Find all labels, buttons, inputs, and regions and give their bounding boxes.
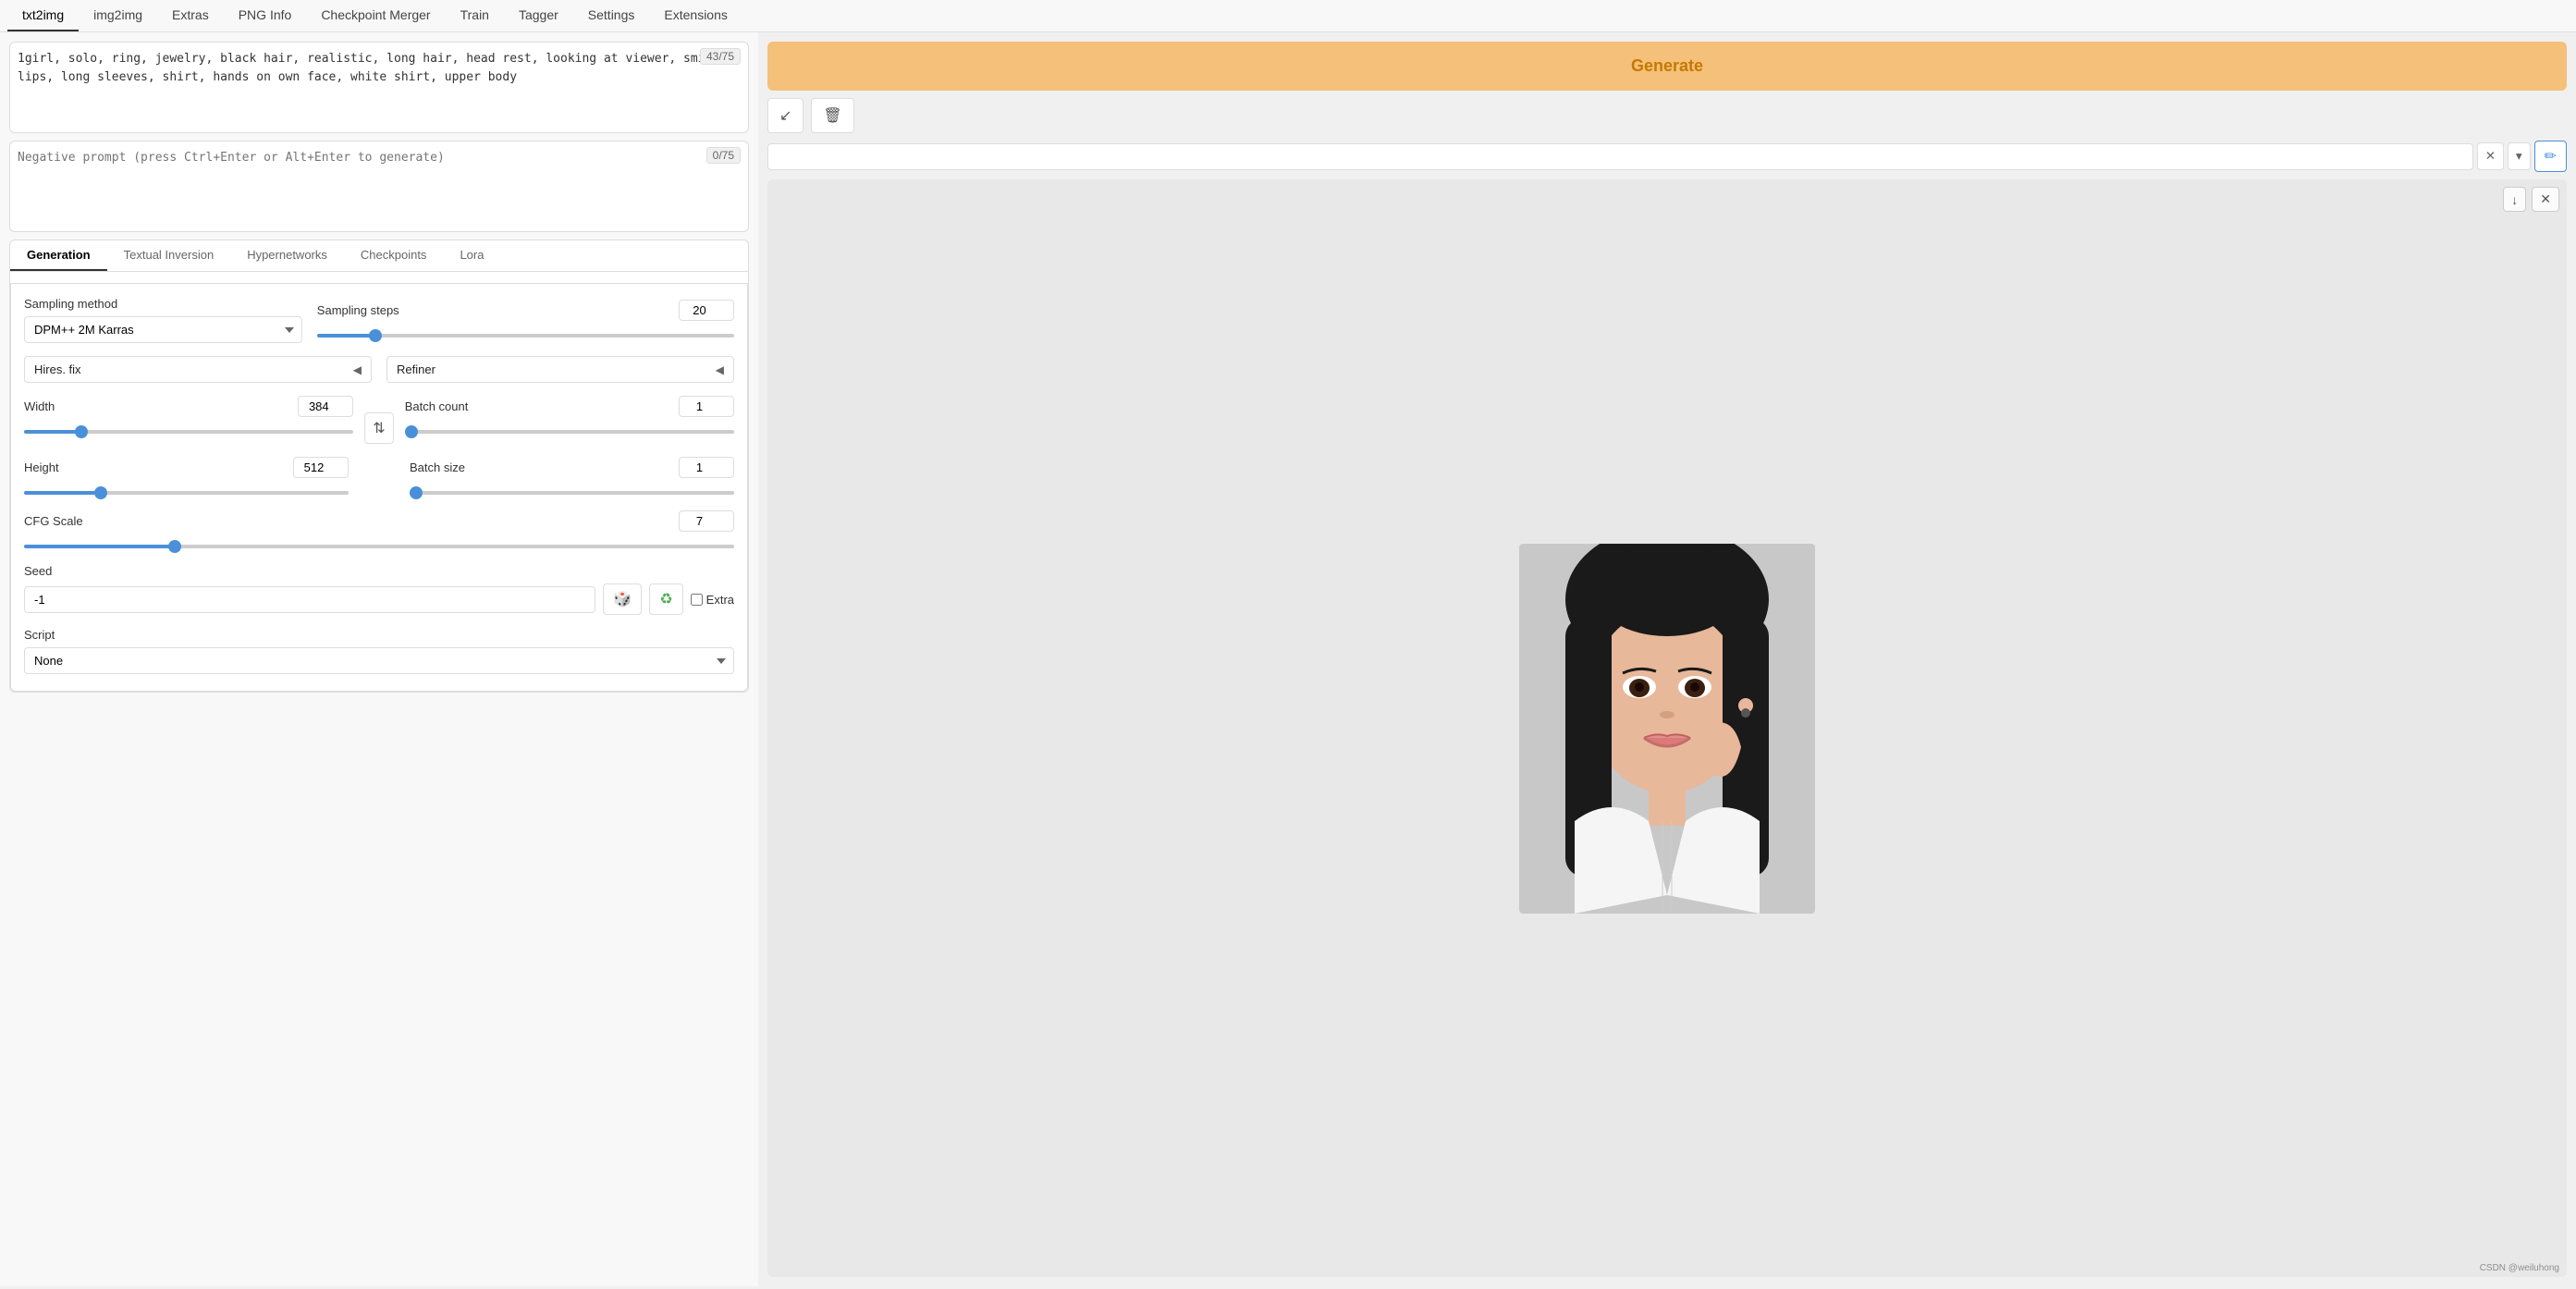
seed-label: Seed bbox=[24, 564, 734, 578]
refiner-toggle[interactable]: Refiner ◀ bbox=[386, 356, 734, 383]
batch-count-col: Batch count bbox=[405, 396, 734, 444]
tab-hypernetworks[interactable]: Hypernetworks bbox=[230, 240, 344, 271]
negative-prompt-box: 0/75 bbox=[9, 141, 749, 232]
hires-fix-toggle[interactable]: Hires. fix ◀ bbox=[24, 356, 372, 383]
cfg-scale-slider[interactable] bbox=[24, 545, 734, 548]
refiner-arrow-icon: ◀ bbox=[716, 363, 724, 376]
nav-tagger[interactable]: Tagger bbox=[504, 0, 573, 31]
refiner-label: Refiner bbox=[397, 362, 435, 376]
batch-count-slider[interactable] bbox=[405, 430, 734, 434]
nav-extensions[interactable]: Extensions bbox=[649, 0, 742, 31]
hires-fix-col: Hires. fix ◀ bbox=[24, 356, 372, 383]
batch-size-label: Batch size bbox=[410, 460, 465, 474]
nav-img2img[interactable]: img2img bbox=[79, 0, 157, 31]
height-col: Height bbox=[24, 457, 349, 497]
delete-button[interactable]: 🗑 bbox=[811, 98, 853, 133]
nav-extras[interactable]: Extras bbox=[157, 0, 224, 31]
nav-checkpoint-merger[interactable]: Checkpoint Merger bbox=[306, 0, 445, 31]
script-section: Script None bbox=[24, 628, 734, 674]
batch-size-input[interactable] bbox=[679, 457, 734, 478]
extra-checkbox-label[interactable]: Extra bbox=[691, 593, 734, 607]
sampling-steps-label: Sampling steps bbox=[317, 303, 399, 317]
positive-prompt-input[interactable] bbox=[18, 50, 741, 122]
generated-image bbox=[1519, 544, 1815, 914]
seed-input[interactable] bbox=[24, 586, 595, 613]
positive-token-count: 43/75 bbox=[700, 48, 741, 65]
batch-size-col: Batch size bbox=[410, 457, 734, 497]
recycle-button[interactable]: ♻ bbox=[649, 583, 682, 615]
batch-count-label: Batch count bbox=[405, 399, 469, 413]
sampling-method-col: Sampling method DPM++ 2M Karras bbox=[24, 297, 302, 343]
image-action-buttons: ↓ ✕ bbox=[2503, 187, 2559, 212]
left-panel: 43/75 0/75 Generation Textual Inversion … bbox=[0, 32, 758, 1286]
close-image-button[interactable]: ✕ bbox=[2532, 187, 2559, 212]
model-dropdown-button[interactable]: ▾ bbox=[2508, 142, 2531, 170]
sampling-method-label: Sampling method bbox=[24, 297, 302, 311]
batch-size-slider[interactable] bbox=[410, 491, 734, 495]
nav-settings[interactable]: Settings bbox=[573, 0, 650, 31]
model-input[interactable] bbox=[767, 143, 2473, 170]
nav-txt2img[interactable]: txt2img bbox=[7, 0, 79, 31]
swap-spacer bbox=[360, 457, 399, 497]
cfg-scale-row: CFG Scale bbox=[24, 510, 734, 551]
tab-lora[interactable]: Lora bbox=[443, 240, 500, 271]
send-to-img2img-button[interactable]: ↙ bbox=[767, 98, 803, 133]
seed-row: 🎲 ♻ Extra bbox=[24, 583, 734, 615]
width-label: Width bbox=[24, 399, 55, 413]
dice-button[interactable]: 🎲 bbox=[603, 583, 642, 615]
extra-checkbox[interactable] bbox=[691, 594, 703, 606]
top-nav: txt2img img2img Extras PNG Info Checkpoi… bbox=[0, 0, 2576, 32]
extra-label: Extra bbox=[706, 593, 734, 607]
hires-fix-label: Hires. fix bbox=[34, 362, 81, 376]
generation-tabs: Generation Textual Inversion Hypernetwor… bbox=[10, 240, 748, 272]
tab-generation[interactable]: Generation bbox=[10, 240, 107, 271]
script-select[interactable]: None bbox=[24, 647, 734, 674]
height-input[interactable] bbox=[293, 457, 349, 478]
negative-token-count: 0/75 bbox=[706, 147, 741, 164]
script-label: Script bbox=[24, 628, 734, 642]
width-input[interactable] bbox=[298, 396, 353, 417]
nav-train[interactable]: Train bbox=[446, 0, 504, 31]
height-batchsize-row: Height Batch size bbox=[24, 457, 734, 497]
watermark: CSDN @weiluhong bbox=[2480, 1263, 2559, 1273]
model-select-row: ✕ ▾ ✏ bbox=[767, 141, 2567, 172]
edit-model-button[interactable]: ✏ bbox=[2534, 141, 2567, 172]
size-batch-row: Width ⇅ Batch count bbox=[24, 396, 734, 444]
sampling-steps-col: Sampling steps bbox=[317, 300, 734, 340]
cfg-scale-label: CFG Scale bbox=[24, 514, 83, 528]
sampling-row: Sampling method DPM++ 2M Karras Sampling… bbox=[24, 297, 734, 343]
width-slider[interactable] bbox=[24, 430, 353, 434]
right-panel: Generate ↙ 🗑 ✕ ▾ ✏ bbox=[758, 32, 2576, 1286]
sampling-steps-input[interactable] bbox=[679, 300, 734, 321]
negative-prompt-input[interactable] bbox=[18, 149, 741, 221]
seed-section: Seed 🎲 ♻ Extra bbox=[24, 564, 734, 615]
height-slider[interactable] bbox=[24, 491, 349, 495]
generated-image-area: ↓ ✕ CSDN @weiluhong bbox=[767, 179, 2567, 1277]
batch-count-input[interactable] bbox=[679, 396, 734, 417]
controls-area: Sampling method DPM++ 2M Karras Sampling… bbox=[10, 283, 748, 692]
tab-textual-inversion[interactable]: Textual Inversion bbox=[107, 240, 231, 271]
swap-dimensions-button[interactable]: ⇅ bbox=[364, 412, 393, 444]
sampling-steps-slider[interactable] bbox=[317, 334, 734, 338]
hires-refiner-row: Hires. fix ◀ Refiner ◀ bbox=[24, 356, 734, 383]
clear-model-button[interactable]: ✕ bbox=[2477, 142, 2504, 170]
swap-col: ⇅ bbox=[364, 396, 393, 444]
refiner-col: Refiner ◀ bbox=[386, 356, 734, 383]
cfg-scale-input[interactable] bbox=[679, 510, 734, 532]
width-col: Width bbox=[24, 396, 353, 444]
tab-checkpoints[interactable]: Checkpoints bbox=[344, 240, 444, 271]
download-image-button[interactable]: ↓ bbox=[2503, 187, 2526, 212]
positive-prompt-box: 43/75 bbox=[9, 42, 749, 133]
sampling-method-select[interactable]: DPM++ 2M Karras bbox=[24, 316, 302, 343]
generate-button[interactable]: Generate bbox=[767, 42, 2567, 91]
hires-fix-arrow-icon: ◀ bbox=[353, 363, 362, 376]
nav-pnginfo[interactable]: PNG Info bbox=[224, 0, 307, 31]
action-row: ↙ 🗑 bbox=[767, 98, 2567, 133]
height-label: Height bbox=[24, 460, 59, 474]
